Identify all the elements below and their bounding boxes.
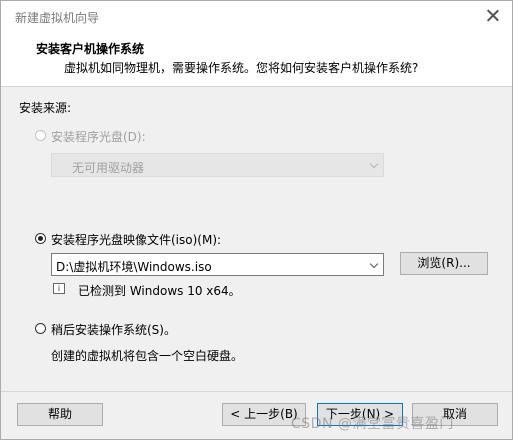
- footer-divider: [1, 391, 512, 392]
- watermark-text: CSDN @满堂富贵喜盈门: [291, 416, 454, 432]
- help-button[interactable]: 帮助: [17, 403, 103, 426]
- chevron-down-icon: [370, 161, 378, 169]
- disc-radio[interactable]: [35, 130, 46, 141]
- title-bar: 新建虚拟机向导: [1, 1, 512, 31]
- detected-os-text: 已检测到 Windows 10 x64。: [78, 284, 241, 298]
- install-source-label: 安装来源:: [19, 101, 72, 115]
- wizard-window: 新建虚拟机向导 安装客户机操作系统 虚拟机如同物理机，需要操作系统。您将如何安装…: [0, 0, 513, 440]
- wizard-header: 安装客户机操作系统 虚拟机如同物理机，需要操作系统。您将如何安装客户机操作系统?: [1, 31, 512, 87]
- page-subtitle: 虚拟机如同物理机，需要操作系统。您将如何安装客户机操作系统?: [64, 61, 419, 75]
- window-title: 新建虚拟机向导: [15, 11, 100, 25]
- info-icon: i: [53, 283, 65, 294]
- page-title: 安装客户机操作系统: [36, 42, 145, 56]
- later-option-label: 稍后安装操作系统(S)。: [51, 323, 176, 337]
- disc-option-label: 安装程序光盘(D):: [51, 130, 146, 144]
- iso-path-value: D:\虚拟机环境\Windows.iso: [56, 260, 212, 274]
- iso-path-combo[interactable]: D:\虚拟机环境\Windows.iso: [51, 253, 384, 276]
- chevron-down-icon[interactable]: [370, 261, 378, 269]
- close-icon[interactable]: [482, 5, 504, 27]
- later-option-description: 创建的虚拟机将包含一个空白硬盘。: [51, 349, 244, 363]
- disc-drive-combo[interactable]: 无可用驱动器: [51, 153, 384, 177]
- iso-option-label: 安装程序光盘映像文件(iso)(M):: [51, 233, 222, 247]
- iso-radio[interactable]: [35, 233, 46, 244]
- browse-button[interactable]: 浏览(R)...: [400, 252, 488, 275]
- disc-drive-value: 无可用驱动器: [72, 161, 145, 175]
- later-radio[interactable]: [35, 323, 46, 334]
